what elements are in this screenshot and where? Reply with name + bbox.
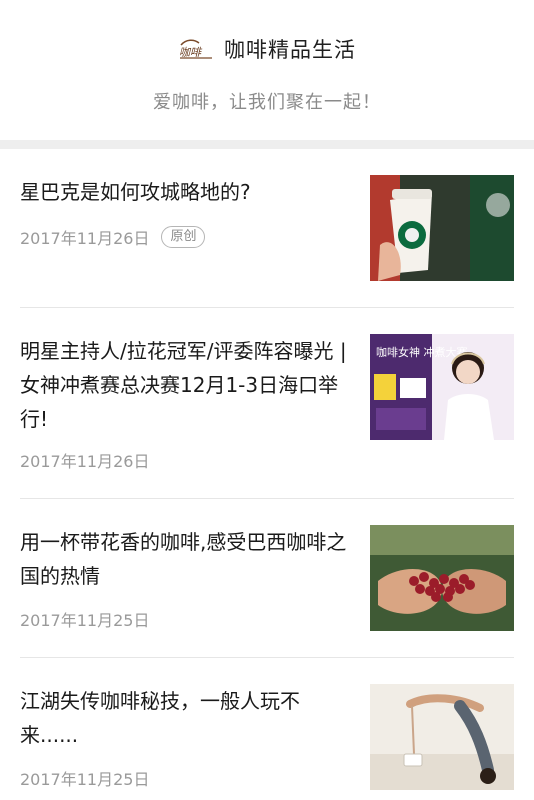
original-badge: 原创 xyxy=(161,226,206,248)
article-item[interactable]: 用一杯带花香的咖啡,感受巴西咖啡之国的热情 2017年11月25日 xyxy=(0,499,534,657)
svg-text:咖啡: 咖啡 xyxy=(179,46,203,59)
article-item[interactable]: 星巴克是如何攻城略地的? 2017年11月26日 原创 xyxy=(0,149,534,307)
section-divider xyxy=(0,140,534,149)
article-title: 用一杯带花香的咖啡,感受巴西咖啡之国的热情 xyxy=(20,530,347,588)
article-title: 江湖失传咖啡秘技，一般人玩不来...... xyxy=(20,689,300,747)
article-meta: 2017年11月25日 xyxy=(20,607,149,631)
poster-text: 咖啡女神 冲煮大赛 xyxy=(376,345,468,359)
barista-contest-poster-image: 咖啡女神 冲煮大赛 xyxy=(370,334,514,440)
article-title: 明星主持人/拉花冠军/评委阵容曝光 | 女神冲煮赛总决赛12月1-3日海口举行! xyxy=(20,339,347,431)
article-item[interactable]: 江湖失传咖啡秘技，一般人玩不来...... 2017年11月25日 xyxy=(0,658,534,800)
account-slogan: 爱咖啡，让我们聚在一起！ xyxy=(153,92,381,113)
article-meta: 2017年11月25日 xyxy=(20,766,149,790)
coffee-logo-icon: 咖啡 xyxy=(179,39,212,59)
brand-name: 咖啡精品生活 xyxy=(224,38,356,62)
article-date: 2017年11月26日 xyxy=(20,452,150,471)
starbucks-cup-image xyxy=(370,175,514,281)
article-meta: 2017年11月26日 原创 xyxy=(20,225,206,249)
coffee-cherries-in-hands-image xyxy=(370,525,514,631)
article-date: 2017年11月26日 xyxy=(20,229,150,248)
article-meta: 2017年11月26日 xyxy=(20,448,149,472)
article-date: 2017年11月25日 xyxy=(20,770,150,789)
article-title: 星巴克是如何攻城略地的? xyxy=(20,180,251,204)
article-date: 2017年11月25日 xyxy=(20,611,150,630)
brand[interactable]: 咖啡 咖啡精品生活 xyxy=(0,34,534,64)
barista-pour-stunt-image xyxy=(370,684,514,790)
article-item[interactable]: 明星主持人/拉花冠军/评委阵容曝光 | 女神冲煮赛总决赛12月1-3日海口举行!… xyxy=(0,308,534,498)
account-header: 咖啡 咖啡精品生活 爱咖啡，让我们聚在一起！ xyxy=(0,0,534,140)
